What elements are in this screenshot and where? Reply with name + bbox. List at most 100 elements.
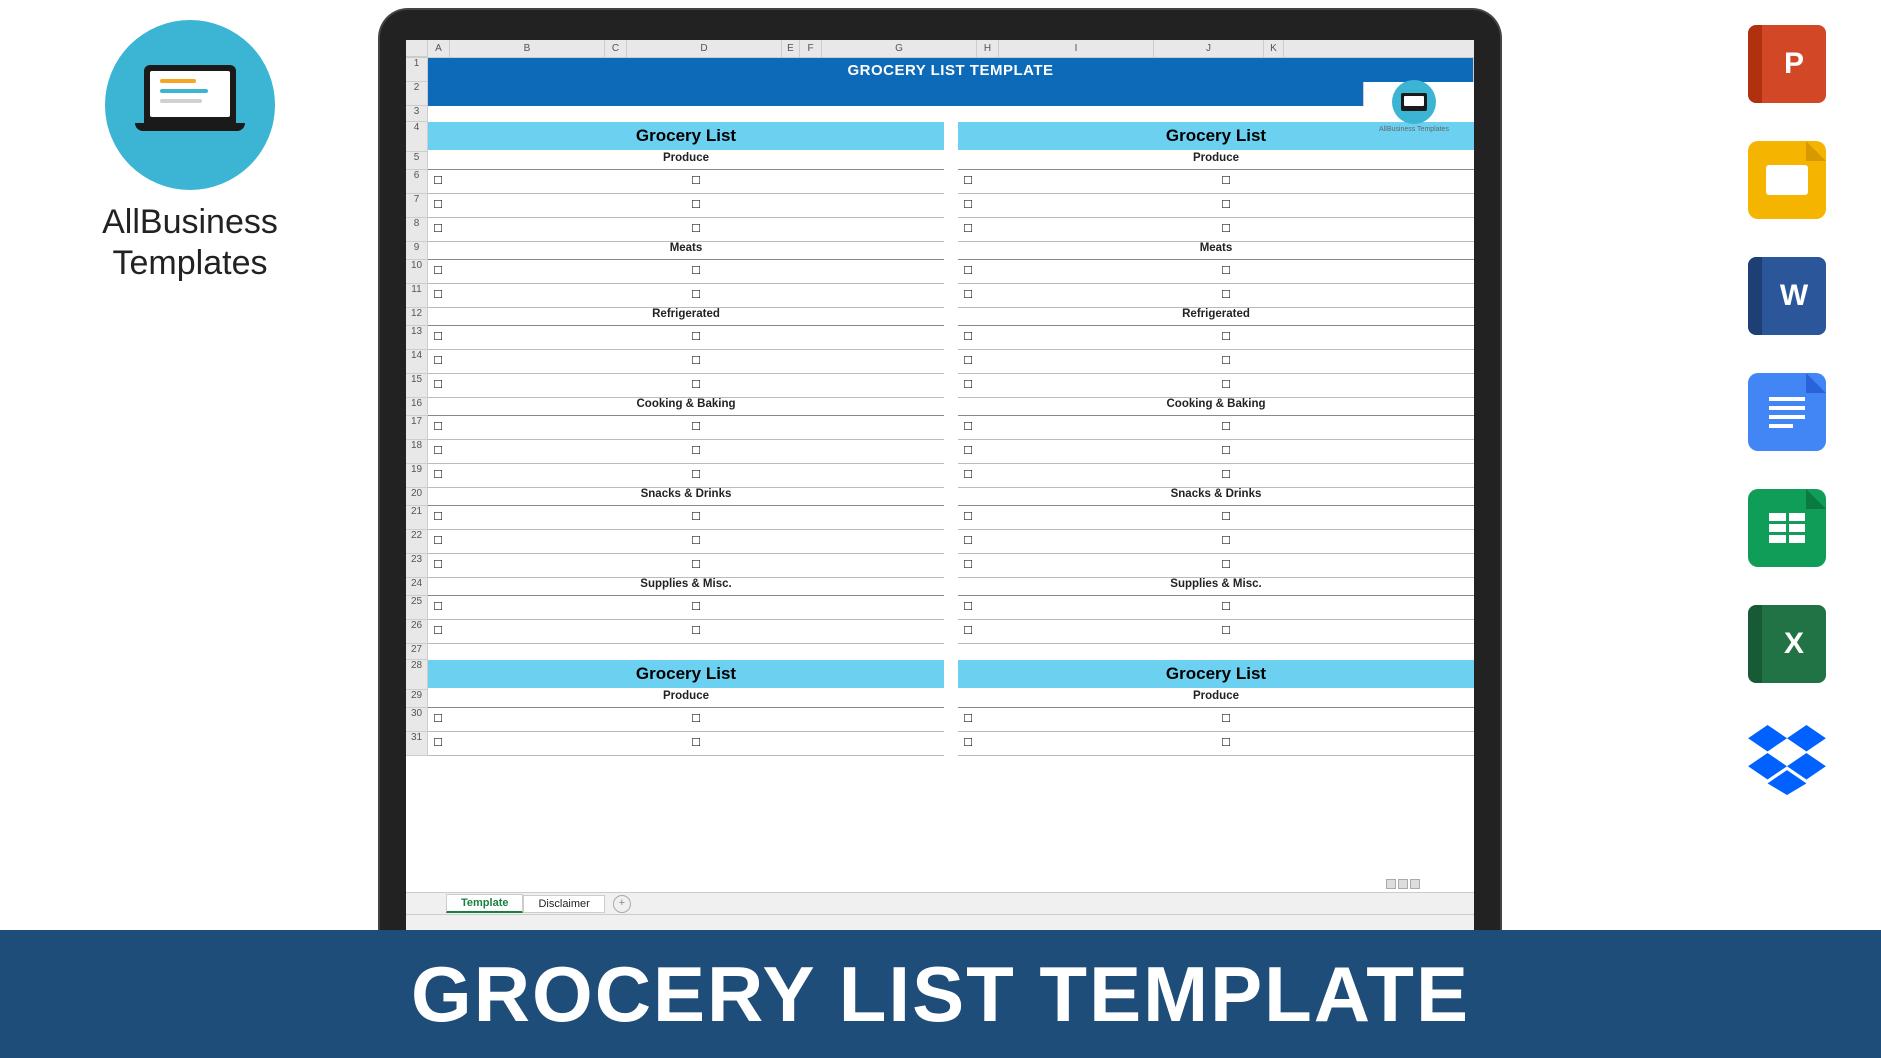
row-header[interactable]: 7 bbox=[406, 194, 428, 218]
checkbox[interactable]: ☐ bbox=[1216, 374, 1236, 397]
item-cell[interactable] bbox=[706, 326, 944, 349]
item-cell[interactable] bbox=[448, 416, 686, 439]
item-cell[interactable] bbox=[1236, 260, 1474, 283]
item-cell[interactable] bbox=[1236, 284, 1474, 307]
item-cell[interactable] bbox=[448, 326, 686, 349]
checkbox[interactable]: ☐ bbox=[686, 170, 706, 193]
item-cell[interactable] bbox=[448, 170, 686, 193]
item-cell[interactable] bbox=[978, 708, 1216, 731]
item-cell[interactable] bbox=[706, 596, 944, 619]
item-cell[interactable] bbox=[978, 506, 1216, 529]
checkbox[interactable]: ☐ bbox=[428, 194, 448, 217]
item-cell[interactable] bbox=[448, 554, 686, 577]
item-cell[interactable] bbox=[706, 218, 944, 241]
checkbox[interactable]: ☐ bbox=[958, 326, 978, 349]
item-cell[interactable] bbox=[448, 260, 686, 283]
item-cell[interactable] bbox=[706, 530, 944, 553]
add-sheet-button[interactable]: + bbox=[613, 895, 631, 913]
checkbox[interactable]: ☐ bbox=[1216, 620, 1236, 643]
item-cell[interactable] bbox=[1236, 170, 1474, 193]
checkbox[interactable]: ☐ bbox=[958, 554, 978, 577]
item-cell[interactable] bbox=[978, 620, 1216, 643]
checkbox[interactable]: ☐ bbox=[428, 732, 448, 755]
row-header[interactable]: 27 bbox=[406, 644, 428, 660]
checkbox[interactable]: ☐ bbox=[428, 326, 448, 349]
item-cell[interactable] bbox=[706, 732, 944, 755]
checkbox[interactable]: ☐ bbox=[686, 260, 706, 283]
item-cell[interactable] bbox=[448, 732, 686, 755]
col-header-K[interactable]: K bbox=[1264, 40, 1284, 57]
row-header[interactable]: 1 bbox=[406, 58, 428, 82]
item-cell[interactable] bbox=[1236, 530, 1474, 553]
checkbox[interactable]: ☐ bbox=[958, 170, 978, 193]
row-header[interactable]: 13 bbox=[406, 326, 428, 350]
item-cell[interactable] bbox=[978, 194, 1216, 217]
item-cell[interactable] bbox=[448, 530, 686, 553]
checkbox[interactable]: ☐ bbox=[428, 464, 448, 487]
checkbox[interactable]: ☐ bbox=[958, 464, 978, 487]
row-header[interactable]: 23 bbox=[406, 554, 428, 578]
row-header[interactable]: 4 bbox=[406, 122, 428, 152]
item-cell[interactable] bbox=[1236, 374, 1474, 397]
checkbox[interactable]: ☐ bbox=[1216, 596, 1236, 619]
item-cell[interactable] bbox=[978, 218, 1216, 241]
item-cell[interactable] bbox=[1236, 464, 1474, 487]
item-cell[interactable] bbox=[978, 440, 1216, 463]
checkbox[interactable]: ☐ bbox=[1216, 170, 1236, 193]
checkbox[interactable]: ☐ bbox=[428, 170, 448, 193]
checkbox[interactable]: ☐ bbox=[686, 326, 706, 349]
checkbox[interactable]: ☐ bbox=[686, 440, 706, 463]
checkbox[interactable]: ☐ bbox=[428, 506, 448, 529]
checkbox[interactable]: ☐ bbox=[1216, 708, 1236, 731]
row-header[interactable]: 19 bbox=[406, 464, 428, 488]
item-cell[interactable] bbox=[706, 416, 944, 439]
checkbox[interactable]: ☐ bbox=[958, 260, 978, 283]
checkbox[interactable]: ☐ bbox=[958, 374, 978, 397]
item-cell[interactable] bbox=[1236, 194, 1474, 217]
item-cell[interactable] bbox=[978, 374, 1216, 397]
checkbox[interactable]: ☐ bbox=[686, 554, 706, 577]
item-cell[interactable] bbox=[1236, 326, 1474, 349]
checkbox[interactable]: ☐ bbox=[1216, 260, 1236, 283]
item-cell[interactable] bbox=[978, 732, 1216, 755]
item-cell[interactable] bbox=[1236, 732, 1474, 755]
checkbox[interactable]: ☐ bbox=[686, 530, 706, 553]
row-header[interactable]: 28 bbox=[406, 660, 428, 690]
row-header[interactable]: 6 bbox=[406, 170, 428, 194]
checkbox[interactable]: ☐ bbox=[428, 620, 448, 643]
item-cell[interactable] bbox=[978, 326, 1216, 349]
checkbox[interactable]: ☐ bbox=[1216, 530, 1236, 553]
checkbox[interactable]: ☐ bbox=[1216, 326, 1236, 349]
col-header-C[interactable]: C bbox=[605, 40, 627, 57]
checkbox[interactable]: ☐ bbox=[1216, 416, 1236, 439]
item-cell[interactable] bbox=[706, 170, 944, 193]
item-cell[interactable] bbox=[1236, 708, 1474, 731]
checkbox[interactable]: ☐ bbox=[686, 374, 706, 397]
row-header[interactable]: 11 bbox=[406, 284, 428, 308]
item-cell[interactable] bbox=[978, 350, 1216, 373]
item-cell[interactable] bbox=[706, 506, 944, 529]
col-header-E[interactable]: E bbox=[782, 40, 800, 57]
row-header[interactable]: 9 bbox=[406, 242, 428, 260]
checkbox[interactable]: ☐ bbox=[428, 350, 448, 373]
item-cell[interactable] bbox=[448, 464, 686, 487]
checkbox[interactable]: ☐ bbox=[958, 530, 978, 553]
item-cell[interactable] bbox=[448, 506, 686, 529]
checkbox[interactable]: ☐ bbox=[428, 530, 448, 553]
row-header[interactable]: 22 bbox=[406, 530, 428, 554]
row-header[interactable]: 25 bbox=[406, 596, 428, 620]
row-header[interactable]: 30 bbox=[406, 708, 428, 732]
item-cell[interactable] bbox=[448, 620, 686, 643]
item-cell[interactable] bbox=[448, 440, 686, 463]
checkbox[interactable]: ☐ bbox=[958, 416, 978, 439]
item-cell[interactable] bbox=[1236, 350, 1474, 373]
checkbox[interactable]: ☐ bbox=[1216, 284, 1236, 307]
col-header-J[interactable]: J bbox=[1154, 40, 1264, 57]
checkbox[interactable]: ☐ bbox=[428, 218, 448, 241]
item-cell[interactable] bbox=[1236, 596, 1474, 619]
row-header[interactable]: 12 bbox=[406, 308, 428, 326]
item-cell[interactable] bbox=[706, 374, 944, 397]
item-cell[interactable] bbox=[1236, 506, 1474, 529]
row-header[interactable]: 20 bbox=[406, 488, 428, 506]
checkbox[interactable]: ☐ bbox=[1216, 440, 1236, 463]
